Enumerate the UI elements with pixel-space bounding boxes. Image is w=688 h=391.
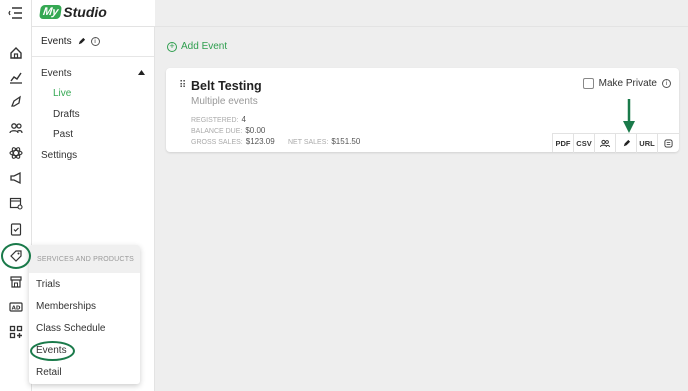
menu-item-class-schedule[interactable]: Class Schedule (36, 323, 105, 334)
menu-item-trials[interactable]: Trials (36, 279, 60, 290)
balance-label: BALANCE DUE: (191, 128, 243, 135)
caret-up-icon[interactable] (138, 70, 145, 75)
pencil-icon (623, 139, 630, 147)
sidebar-item-drafts[interactable]: Drafts (53, 109, 80, 120)
store-icon[interactable] (6, 272, 26, 292)
logo-badge: My (39, 5, 63, 19)
calendar-settings-icon[interactable] (6, 193, 26, 213)
users-icon[interactable] (6, 118, 26, 138)
registered-label: REGISTERED: (191, 117, 239, 124)
sidebar-item-label: Live (53, 88, 72, 99)
pdf-button[interactable]: PDF (553, 134, 574, 153)
event-card[interactable]: ⠿ Belt Testing Multiple events REGISTERE… (166, 68, 679, 153)
net-sales-value: $151.50 (331, 137, 361, 146)
make-private-checkbox[interactable] (582, 78, 594, 89)
net-sales-stat: NET SALES: $151.50 (288, 137, 360, 146)
annotation-ring-events (30, 341, 75, 361)
sidebar-item-label: Events (41, 68, 72, 79)
rocket-icon[interactable] (6, 92, 26, 112)
participants-button[interactable] (595, 134, 616, 153)
annotation-ring-tag (1, 243, 31, 269)
logo-text: Studio (63, 4, 107, 20)
event-actions: PDF CSV URL (552, 133, 679, 153)
icon-rail: AD (0, 0, 32, 391)
make-private-toggle[interactable]: Make Private i (582, 78, 671, 89)
info-icon[interactable]: i (662, 79, 671, 88)
registered-value: 4 (241, 115, 246, 124)
event-subtitle: Multiple events (191, 96, 258, 107)
embed-icon (664, 139, 673, 148)
embed-button[interactable] (658, 134, 679, 153)
balance-value: $0.00 (245, 126, 266, 135)
annotation-arrow-icon (623, 99, 635, 133)
pencil-icon[interactable] (77, 37, 86, 46)
apps-add-icon[interactable] (6, 322, 26, 342)
plus-circle-icon: + (167, 41, 177, 52)
sidebar-item-events[interactable]: Events (41, 68, 72, 79)
edit-button[interactable] (616, 134, 637, 153)
sidebar-item-label: Drafts (53, 109, 80, 120)
ad-icon[interactable]: AD (6, 297, 26, 317)
sidebar-item-label: Past (53, 129, 74, 140)
make-private-label: Make Private (598, 78, 657, 89)
sidebar-title: Events (41, 36, 72, 47)
sidebar-item-label: Settings (41, 150, 78, 161)
users-icon (600, 139, 610, 148)
menu-header: SERVICES AND PRODUCTS (29, 245, 140, 273)
analytics-icon[interactable] (6, 67, 26, 87)
info-icon[interactable]: i (90, 37, 100, 46)
net-sales-label: NET SALES: (288, 139, 329, 146)
gross-sales-label: GROSS SALES: (191, 139, 243, 146)
main-content: + Add Event ⠿ Belt Testing Multiple even… (155, 27, 688, 391)
sidebar-item-past[interactable]: Past (53, 129, 73, 140)
add-event-label: Add Event (181, 41, 228, 52)
clipboard-check-icon[interactable] (6, 219, 26, 239)
event-title[interactable]: Belt Testing (191, 79, 262, 93)
sidebar-item-settings[interactable]: Settings (41, 150, 77, 161)
gross-sales-stat: GROSS SALES: $123.09 (191, 137, 275, 146)
menu-collapse-icon[interactable] (8, 6, 24, 20)
atom-icon[interactable] (6, 143, 26, 163)
sidebar-header: Events i (32, 27, 154, 57)
menu-item-retail[interactable]: Retail (36, 367, 62, 378)
home-icon[interactable] (6, 43, 26, 63)
csv-button[interactable]: CSV (574, 134, 595, 153)
sidebar-item-live[interactable]: Live (53, 88, 71, 99)
drag-handle-icon[interactable]: ⠿ (179, 80, 186, 91)
topbar (155, 0, 688, 27)
services-products-menu: SERVICES AND PRODUCTS Trials Memberships… (29, 245, 140, 384)
menu-item-memberships[interactable]: Memberships (36, 301, 96, 312)
svg-text:AD: AD (12, 306, 21, 312)
add-event-button[interactable]: + Add Event (167, 41, 227, 52)
balance-stat: BALANCE DUE: $0.00 (191, 126, 265, 135)
logo[interactable]: My Studio (39, 4, 107, 20)
gross-sales-value: $123.09 (245, 137, 275, 146)
megaphone-icon[interactable] (6, 168, 26, 188)
url-button[interactable]: URL (637, 134, 658, 153)
registered-stat: REGISTERED: 4 (191, 115, 246, 124)
